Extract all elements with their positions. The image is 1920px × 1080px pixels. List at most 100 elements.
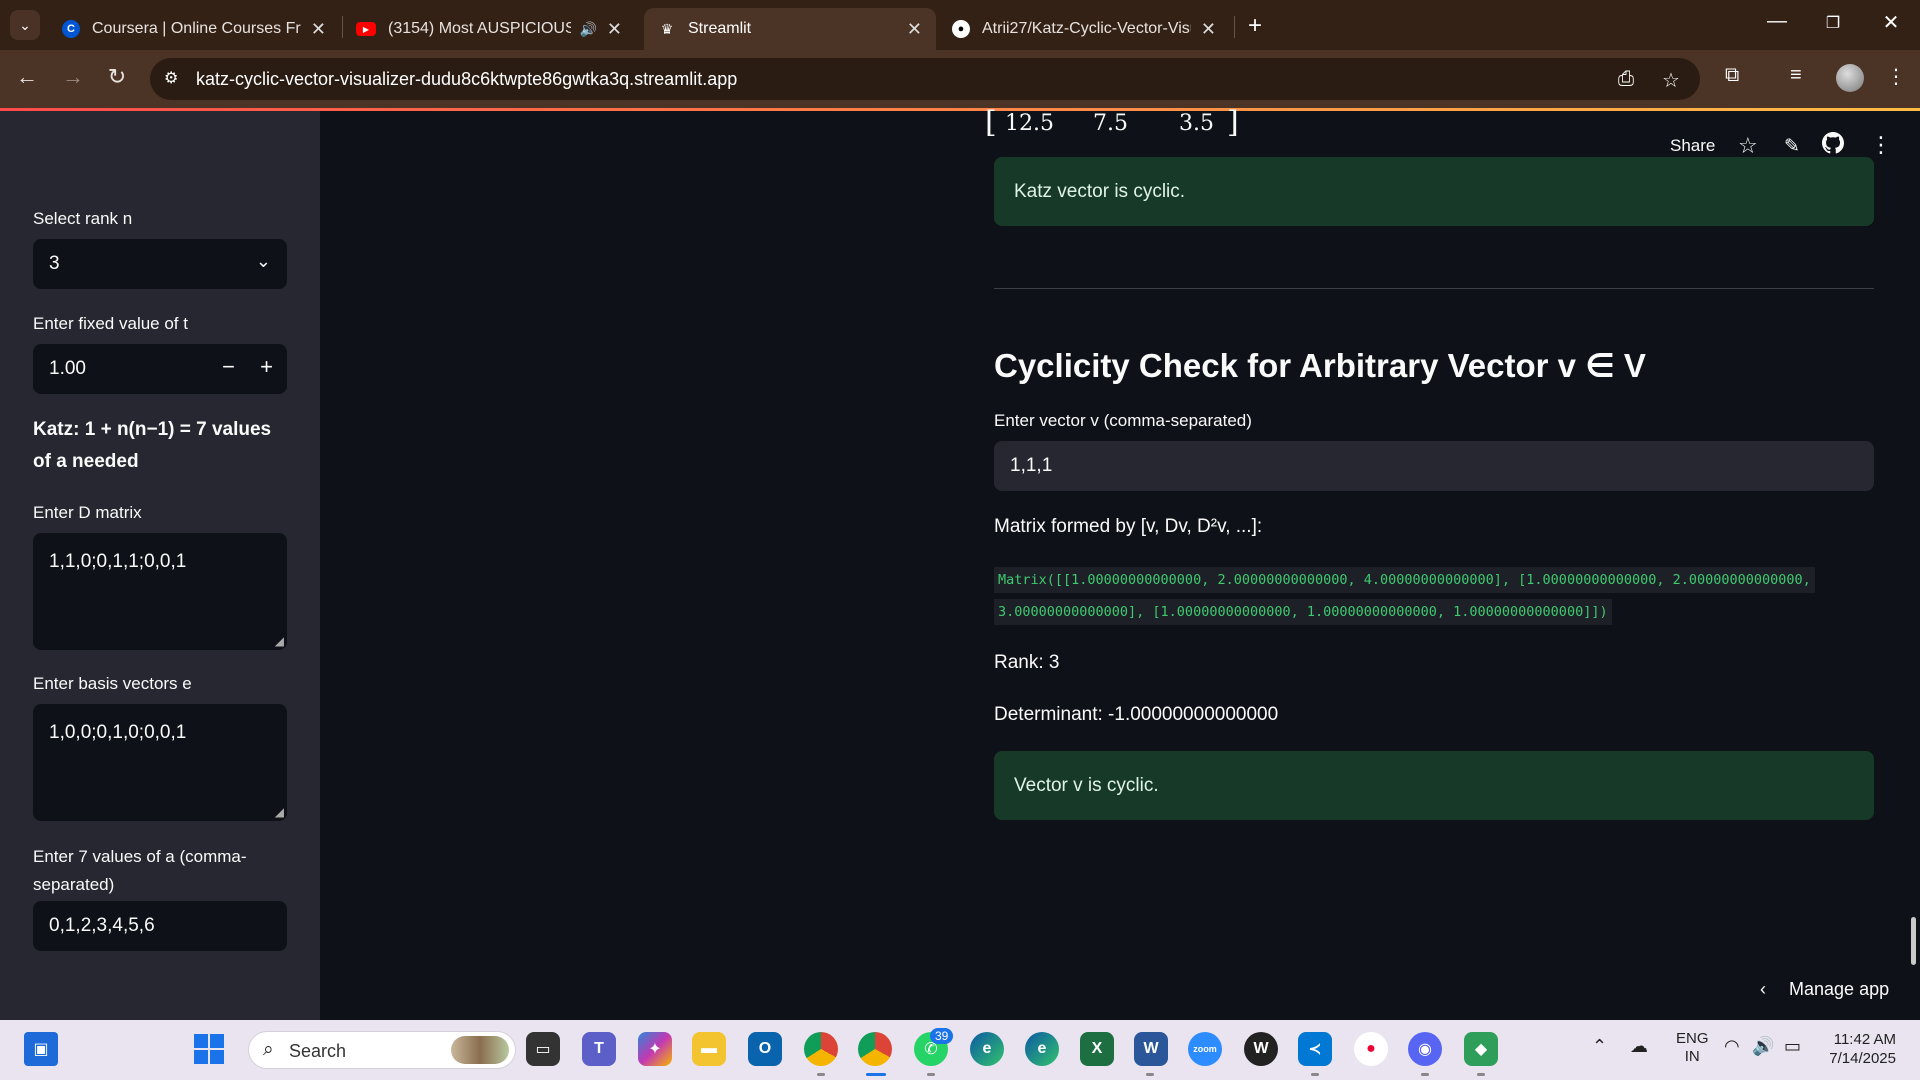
- running-indicator: [1311, 1073, 1319, 1076]
- github-favicon-icon: ●: [952, 20, 970, 38]
- task-view-icon[interactable]: ▭: [526, 1032, 560, 1066]
- forward-icon[interactable]: →: [58, 64, 88, 90]
- t-number-input[interactable]: 1.00 − +: [33, 344, 287, 394]
- zoom-icon[interactable]: zoom: [1188, 1032, 1222, 1066]
- matrix-code-block: Matrix([[1.00000000000000, 2.00000000000…: [994, 564, 1846, 628]
- github-icon[interactable]: [1822, 132, 1844, 159]
- minimize-icon[interactable]: —: [1762, 10, 1792, 33]
- running-indicator: [927, 1073, 935, 1076]
- resize-handle-icon[interactable]: ◢: [275, 805, 284, 819]
- address-bar[interactable]: ⚙ katz-cyclic-vector-visualizer-dudu8c6k…: [150, 58, 1700, 100]
- star-icon[interactable]: ☆: [1738, 133, 1758, 159]
- site-info-icon[interactable]: ⚙: [164, 68, 178, 88]
- tab-coursera[interactable]: C Coursera | Online Courses From ✕: [48, 8, 340, 50]
- vector-cell: 7.5: [1093, 111, 1128, 136]
- volume-icon[interactable]: 🔊: [1752, 1036, 1774, 1057]
- a-values-input[interactable]: 0,1,2,3,4,5,6: [33, 901, 287, 951]
- a-values-label: Enter 7 values of a (comma-separated): [33, 847, 247, 894]
- close-tab-icon[interactable]: ✕: [1201, 19, 1216, 40]
- taskbar-search[interactable]: ⌕ Search: [248, 1031, 516, 1069]
- d-matrix-textarea[interactable]: 1,1,0;0,1,1;0,0,1 ◢: [33, 533, 287, 650]
- sidebar: Select rank n 3 ⌄ Enter fixed value of t…: [0, 111, 320, 1020]
- discord-icon[interactable]: ◉: [1408, 1032, 1442, 1066]
- main-content: [ 12.5 7.5 3.5 ] Katz vector is cyclic. …: [320, 105, 1920, 1020]
- close-tab-icon[interactable]: ✕: [311, 19, 326, 40]
- tab-youtube[interactable]: ▶ (3154) Most AUSPICIOUS SI 🔊 ✕: [342, 8, 636, 50]
- wifi-icon[interactable]: ◠: [1724, 1036, 1740, 1057]
- restore-icon[interactable]: ❐: [1818, 13, 1848, 33]
- a-values-value: 0,1,2,3,4,5,6: [49, 915, 155, 936]
- chrome-profile-icon[interactable]: [858, 1032, 892, 1066]
- tab-streamlit[interactable]: ♛ Streamlit ✕: [644, 8, 936, 50]
- battery-icon[interactable]: ▭: [1784, 1036, 1801, 1057]
- decrement-button[interactable]: −: [222, 354, 235, 380]
- wordpress-icon[interactable]: W: [1244, 1032, 1278, 1066]
- language-bottom: IN: [1684, 1048, 1700, 1065]
- browser-tab-bar: ⌄ C Coursera | Online Courses From ✕ ▶ (…: [0, 0, 1920, 50]
- search-icon: ⌕: [263, 1039, 274, 1060]
- clock-date: 7/14/2025: [1829, 1050, 1896, 1067]
- widgets-icon[interactable]: ▣: [24, 1032, 58, 1066]
- matrix-caption: Matrix formed by [v, Dv, D²v, ...]:: [994, 516, 1263, 537]
- word-icon[interactable]: W: [1134, 1032, 1168, 1066]
- determinant-result: Determinant: -1.00000000000000: [994, 704, 1279, 725]
- right-bracket: ]: [1227, 105, 1239, 140]
- chrome-icon[interactable]: [804, 1032, 838, 1066]
- d-matrix-value: 1,1,0;0,1,1;0,0,1: [49, 551, 187, 572]
- youtube-favicon-icon: ▶: [356, 22, 376, 36]
- streamlit-favicon-icon: ♛: [660, 20, 674, 37]
- profile-avatar[interactable]: [1836, 64, 1864, 92]
- vector-input[interactable]: 1,1,1: [994, 441, 1874, 491]
- tab-search-button[interactable]: ⌄: [10, 10, 40, 40]
- tab-github[interactable]: ● Atrii27/Katz-Cyclic-Vector-Visu ✕: [938, 8, 1230, 50]
- teams-icon[interactable]: T: [582, 1032, 616, 1066]
- outlook-icon[interactable]: O: [748, 1032, 782, 1066]
- reload-icon[interactable]: ↻: [102, 64, 132, 90]
- running-indicator: [1477, 1073, 1485, 1076]
- app-red-icon[interactable]: ●: [1354, 1032, 1388, 1066]
- clock[interactable]: 11:42 AM 7/14/2025: [1822, 1030, 1896, 1068]
- store-app-icon[interactable]: ◆: [1464, 1032, 1498, 1066]
- manage-app-label: Manage app: [1789, 979, 1890, 999]
- vector-input-label: Enter vector v (comma-separated): [994, 411, 1252, 430]
- rank-select[interactable]: 3 ⌄: [33, 239, 287, 289]
- basis-value: 1,0,0;0,1,0;0,0,1: [49, 722, 187, 743]
- copilot-icon[interactable]: ✦: [638, 1032, 672, 1066]
- edge-icon[interactable]: e: [970, 1032, 1004, 1066]
- extensions-icon[interactable]: ⧉: [1725, 64, 1739, 87]
- edit-pencil-icon[interactable]: ✎: [1784, 135, 1800, 158]
- onedrive-icon[interactable]: ☁: [1630, 1036, 1648, 1057]
- matrix-code: Matrix([[1.00000000000000, 2.00000000000…: [994, 567, 1815, 625]
- vector-success-alert: Vector v is cyclic.: [994, 751, 1874, 820]
- media-controls-icon[interactable]: ≡: [1790, 64, 1802, 87]
- windows-start-icon[interactable]: [192, 1032, 226, 1066]
- back-icon[interactable]: ←: [12, 64, 42, 90]
- vscode-icon[interactable]: ≺: [1298, 1032, 1332, 1066]
- install-app-icon[interactable]: ⎙: [1618, 68, 1634, 91]
- basis-textarea[interactable]: 1,0,0;0,1,0;0,0,1 ◢: [33, 704, 287, 821]
- share-button[interactable]: Share: [1670, 136, 1715, 156]
- close-tab-icon[interactable]: ✕: [607, 19, 622, 40]
- language-indicator[interactable]: ENG IN: [1676, 1030, 1709, 1066]
- d-matrix-label: Enter D matrix: [33, 503, 142, 522]
- resize-handle-icon[interactable]: ◢: [275, 634, 284, 648]
- manage-app-button[interactable]: ‹ Manage app: [1760, 979, 1889, 1000]
- bookmark-star-icon[interactable]: ☆: [1662, 68, 1680, 93]
- browser-menu-icon[interactable]: ⋮: [1886, 64, 1906, 89]
- close-window-icon[interactable]: ✕: [1876, 10, 1906, 35]
- language-top: ENG: [1676, 1030, 1709, 1047]
- left-bracket: [: [985, 105, 997, 140]
- audio-playing-icon[interactable]: 🔊: [579, 21, 596, 38]
- edge-dev-icon[interactable]: e: [1025, 1032, 1059, 1066]
- close-tab-icon[interactable]: ✕: [907, 19, 922, 40]
- file-explorer-icon[interactable]: ▬: [692, 1032, 726, 1066]
- divider: [994, 288, 1874, 289]
- excel-icon[interactable]: X: [1080, 1032, 1114, 1066]
- main-menu-icon[interactable]: ⋮: [1870, 132, 1892, 158]
- scrollbar-thumb[interactable]: [1911, 917, 1916, 965]
- basis-label: Enter basis vectors e: [33, 674, 192, 693]
- tab-title: Atrii27/Katz-Cyclic-Vector-Visu: [982, 20, 1191, 37]
- new-tab-button[interactable]: +: [1248, 12, 1262, 40]
- increment-button[interactable]: +: [260, 354, 273, 380]
- show-hidden-icons-icon[interactable]: ⌃: [1592, 1036, 1607, 1057]
